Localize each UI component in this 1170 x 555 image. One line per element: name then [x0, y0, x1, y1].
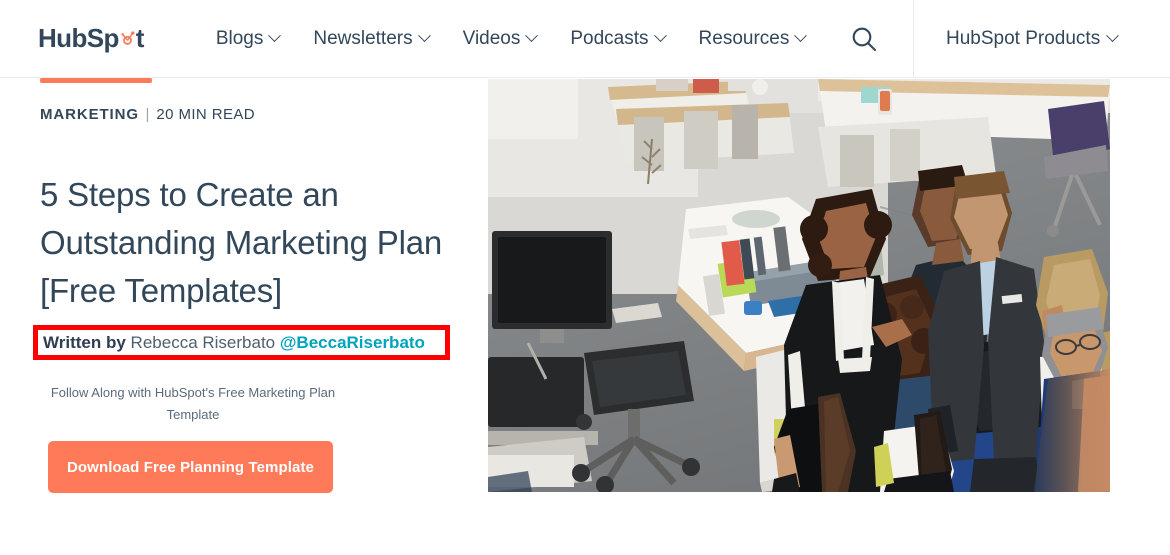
- chevron-down-icon: [417, 29, 431, 43]
- article-meta: MARKETING | 20 MIN READ: [40, 106, 255, 123]
- nav-item-resources[interactable]: Resources: [698, 27, 808, 50]
- nav-label-hubspot-products: HubSpot Products: [946, 27, 1101, 49]
- topic-accent-bar: [40, 78, 152, 83]
- byline-highlight-box: Written by Rebecca Riserbato @BeccaRiser…: [33, 325, 450, 360]
- nav-item-hubspot-products[interactable]: HubSpot Products: [946, 27, 1120, 50]
- article-read-time: 20 MIN READ: [156, 106, 255, 123]
- nav-label-videos: Videos: [462, 27, 521, 49]
- search-icon[interactable]: [849, 24, 879, 54]
- primary-navigation: Blogs Newsletters Videos Podcasts Resour…: [215, 27, 808, 50]
- nav-item-blogs[interactable]: Blogs: [215, 27, 282, 50]
- meta-separator: |: [145, 106, 150, 123]
- logo-text-post: t: [135, 23, 145, 53]
- written-by-label: Written by: [43, 332, 126, 352]
- nav-label-podcasts: Podcasts: [570, 27, 649, 49]
- download-template-button[interactable]: Download Free Planning Template: [48, 441, 333, 493]
- sprocket-icon: [119, 23, 136, 45]
- hero-image: [488, 79, 1110, 492]
- nav-item-newsletters[interactable]: Newsletters: [313, 27, 431, 50]
- chevron-down-icon: [268, 29, 282, 43]
- logo-wordmark: HubSp t: [38, 23, 144, 54]
- hubspot-logo[interactable]: HubSp t: [38, 23, 144, 54]
- article-hero-section: MARKETING | 20 MIN READ 5 Steps to Creat…: [0, 78, 1170, 555]
- author-social-handle[interactable]: @BeccaRiserbato: [280, 333, 425, 352]
- chevron-down-icon: [794, 29, 808, 43]
- chevron-down-icon: [1106, 29, 1120, 43]
- article-category[interactable]: MARKETING: [40, 106, 139, 123]
- nav-label-blogs: Blogs: [215, 27, 264, 49]
- byline: Written by Rebecca Riserbato @BeccaRiser…: [38, 333, 425, 353]
- logo-text-pre: HubSp: [38, 23, 119, 53]
- chevron-down-icon: [525, 29, 539, 43]
- nav-item-videos[interactable]: Videos: [462, 27, 539, 50]
- nav-item-podcasts[interactable]: Podcasts: [570, 27, 667, 50]
- page-title: 5 Steps to Create an Outstanding Marketi…: [40, 176, 443, 309]
- cta-subtitle: Follow Along with HubSpot's Free Marketi…: [50, 385, 336, 422]
- chevron-down-icon: [653, 29, 667, 43]
- nav-label-resources: Resources: [698, 27, 790, 49]
- header-right-group: HubSpot Products: [913, 0, 1170, 77]
- header-left-group: HubSp t Blogs Newsletters Videos Podcast…: [0, 0, 913, 77]
- author-name[interactable]: Rebecca Riserbato: [131, 333, 276, 352]
- nav-label-newsletters: Newsletters: [313, 27, 413, 49]
- site-header: HubSp t Blogs Newsletters Videos Podcast…: [0, 0, 1170, 78]
